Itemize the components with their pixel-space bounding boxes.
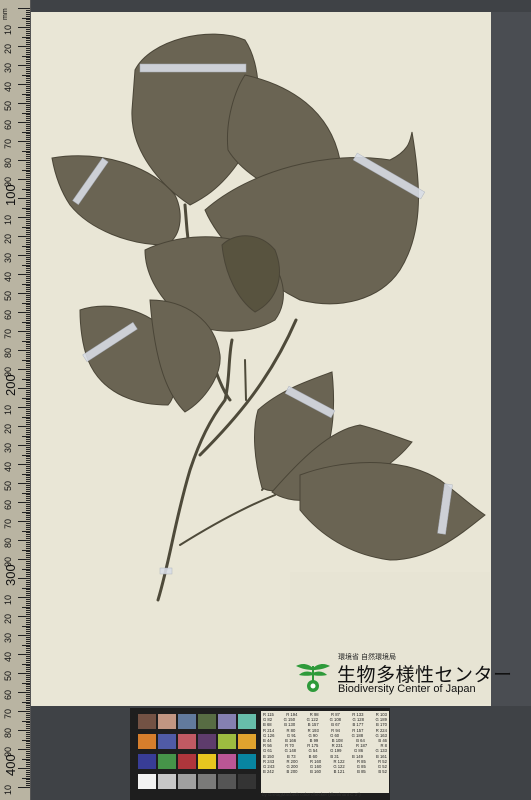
color-swatch: [138, 774, 156, 789]
color-value-cell: B 242: [263, 769, 274, 775]
color-swatch: [158, 734, 176, 749]
color-swatch: [238, 714, 256, 729]
color-swatch: [158, 754, 176, 769]
mounting-tape: [139, 63, 247, 73]
color-swatch: [198, 714, 216, 729]
color-value-cell: B 52: [378, 769, 387, 775]
color-values-table: R 115 R 194 R 98 R 87 R 133 R 103 G 82 G 150 G 1…: [261, 711, 389, 793]
org-name-english: Biodiversity Center of Japan: [338, 683, 476, 695]
color-swatch: [178, 754, 196, 769]
color-value-cell: B 160: [310, 769, 322, 775]
color-swatch: [178, 774, 196, 789]
color-swatch: [138, 714, 156, 729]
color-swatch: [238, 774, 256, 789]
color-swatch: [218, 714, 236, 729]
color-swatch: [198, 754, 216, 769]
color-values-row: B 242 B 200 B 160 B 121 B 85 B 52: [263, 769, 387, 774]
color-swatch: [158, 774, 176, 789]
color-swatch: [198, 734, 216, 749]
color-swatch: [158, 714, 176, 729]
color-swatch: [238, 754, 256, 769]
color-swatch: [138, 754, 156, 769]
color-swatch: [178, 734, 196, 749]
color-swatch: [138, 734, 156, 749]
color-swatch: [218, 734, 236, 749]
checker-caption: by GretagMacbeth color checker (Illumina…: [262, 792, 361, 797]
leaf: [299, 462, 486, 561]
color-swatch: [238, 734, 256, 749]
color-value-cell: B 85: [357, 769, 366, 775]
color-swatch: [218, 754, 236, 769]
color-swatch: [178, 714, 196, 729]
biodiversity-logo-icon: [296, 664, 330, 692]
mounting-tape: [159, 567, 173, 575]
color-swatch: [198, 774, 216, 789]
color-value-cell: B 121: [333, 769, 345, 775]
color-swatch: [218, 774, 236, 789]
color-value-cell: B 200: [286, 769, 298, 775]
